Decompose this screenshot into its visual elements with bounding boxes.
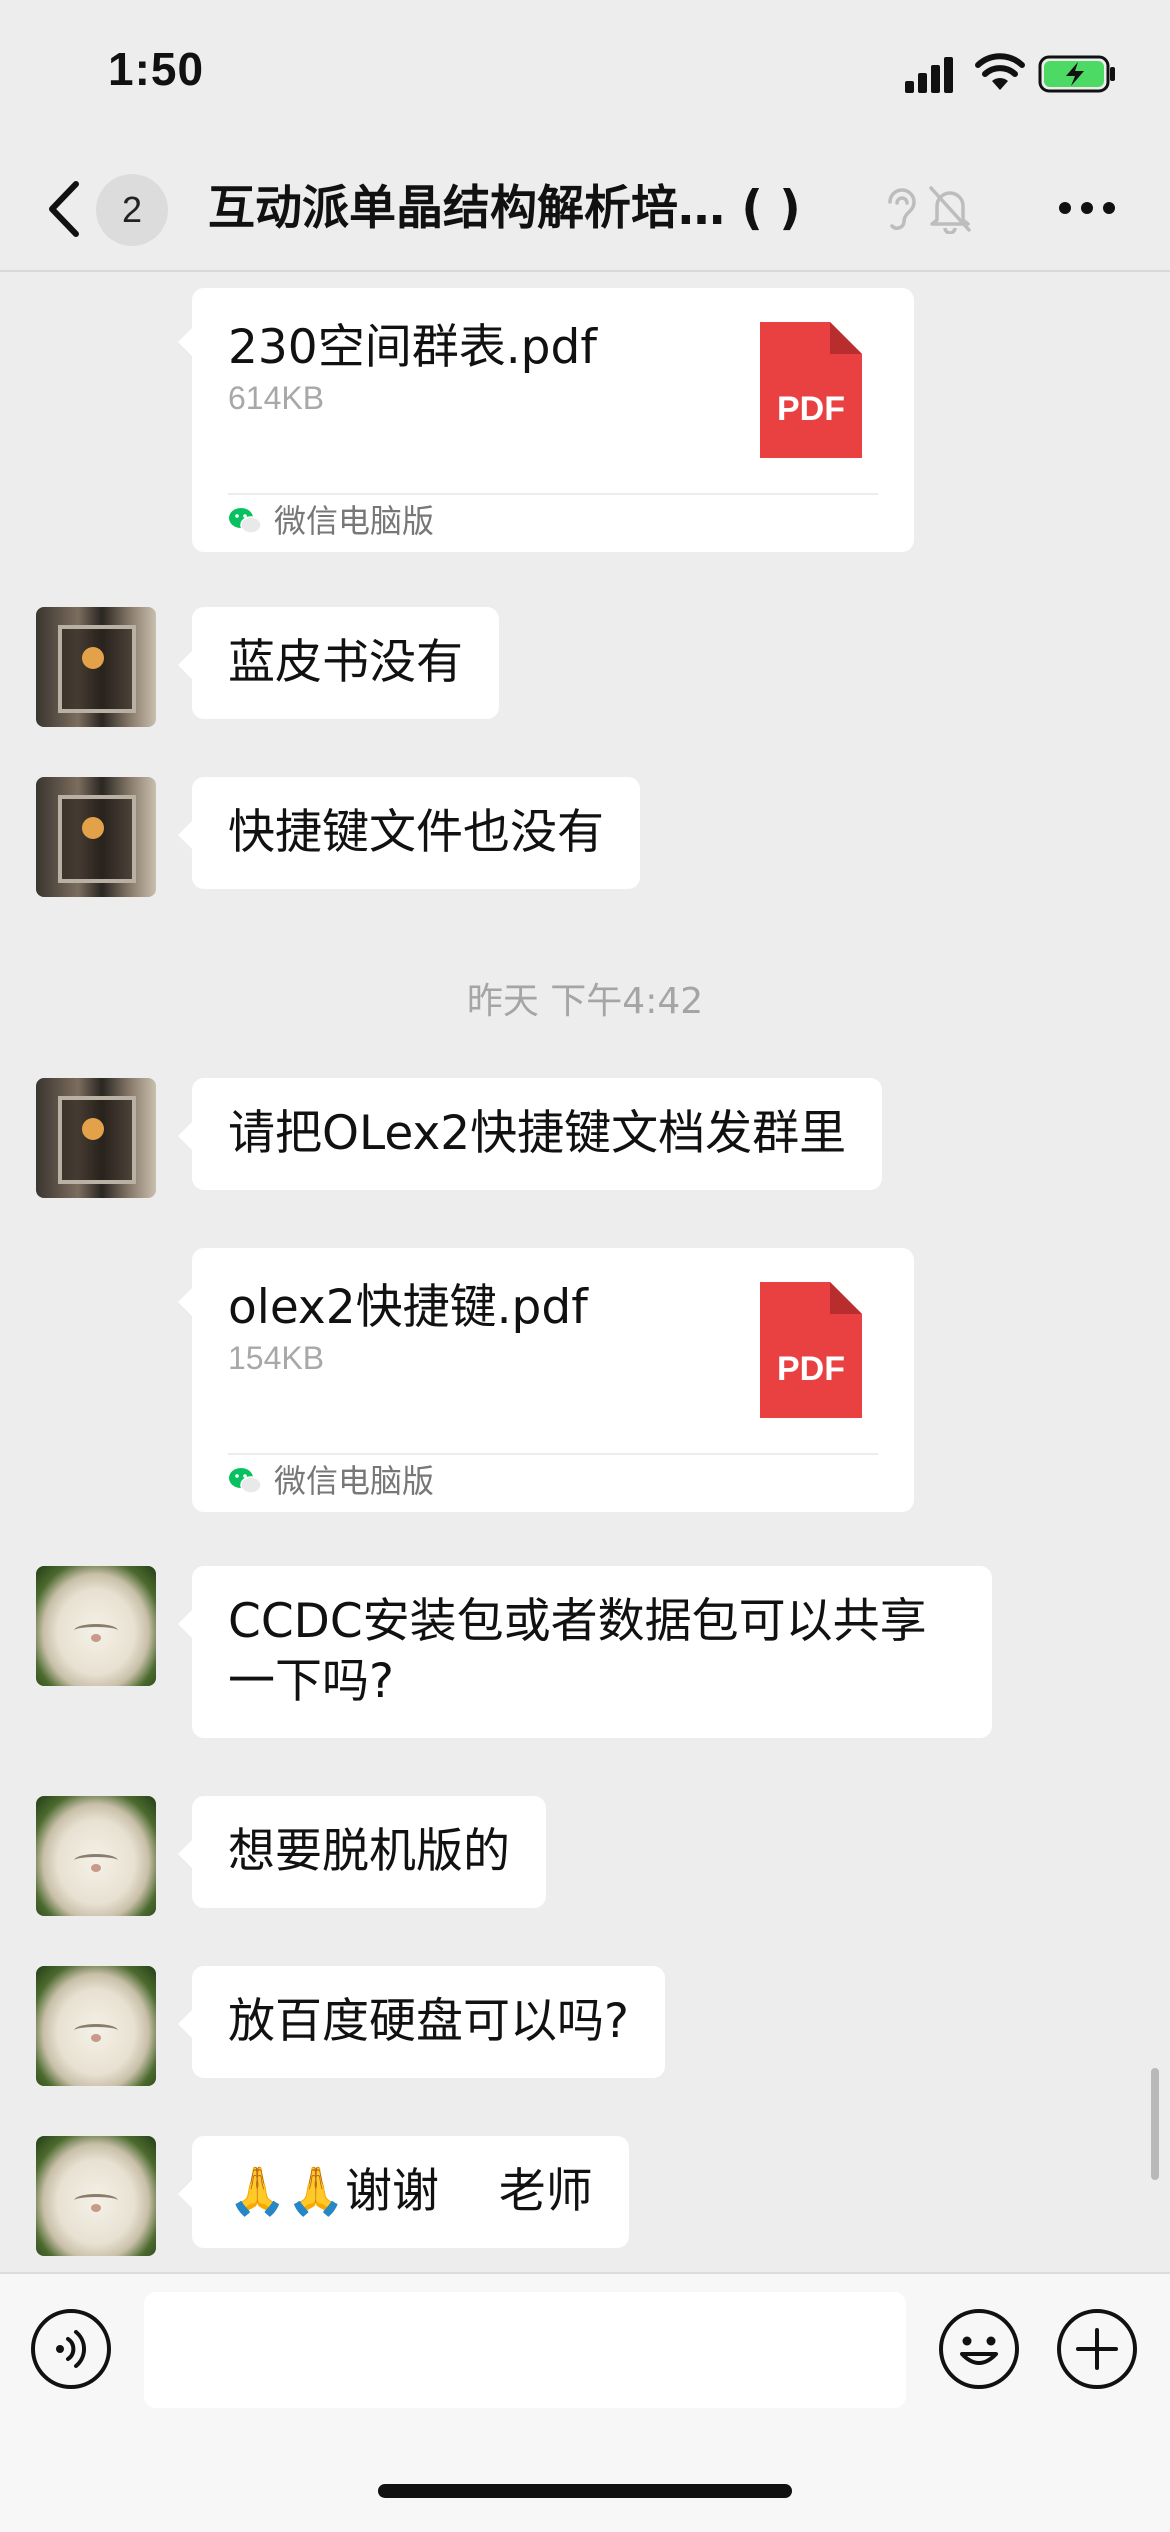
message-list[interactable]: 230空间群表.pdf 614KB PDF 微信电脑版 蓝皮书没有 快捷键文件也… <box>0 272 1170 2272</box>
status-bar: 1:50 <box>0 0 1170 150</box>
cat-avatar[interactable] <box>36 1966 156 2086</box>
message-bubble[interactable]: 蓝皮书没有 <box>178 607 499 719</box>
battery-charging-icon <box>1038 55 1115 93</box>
cellular-signal-icon <box>905 55 955 93</box>
file-card[interactable]: olex2快捷键.pdf 154KB PDF 微信电脑版 <box>178 1248 914 1512</box>
cat-avatar[interactable] <box>36 2136 156 2256</box>
file-size: 614KB <box>228 380 325 416</box>
room-photo-avatar[interactable] <box>36 777 156 897</box>
file-card[interactable]: 230空间群表.pdf 614KB PDF 微信电脑版 <box>178 288 914 552</box>
room-photo-avatar[interactable] <box>36 1078 156 1198</box>
mute-bell-icon <box>929 186 971 234</box>
message-bubble[interactable]: 🙏🙏谢谢 老师 <box>178 2136 629 2248</box>
wechat-logo-icon <box>229 1468 262 1494</box>
file-name: olex2快捷键.pdf <box>228 1280 588 1335</box>
chat-title[interactable]: 互动派单晶结构解析培… ( ) <box>208 176 868 242</box>
file-size: 154KB <box>228 1340 325 1376</box>
back-chevron-icon[interactable] <box>40 176 90 242</box>
pdf-label: PDF <box>777 1350 845 1388</box>
file-source-label: 微信电脑版 <box>274 1462 435 1500</box>
pdf-label: PDF <box>777 390 845 428</box>
cat-avatar[interactable] <box>36 1566 156 1686</box>
message-bubble[interactable]: 放百度硬盘可以吗? <box>178 1966 665 2078</box>
home-indicator[interactable] <box>378 2484 792 2498</box>
plus-icon[interactable] <box>1056 2308 1138 2390</box>
unread-count-badge[interactable]: 2 <box>96 174 168 246</box>
message-input[interactable] <box>144 2292 906 2408</box>
chat-header: 2 互动派单晶结构解析培… ( ) <box>0 150 1170 272</box>
message-bubble[interactable]: 快捷键文件也没有 <box>178 777 640 889</box>
more-options-icon[interactable] <box>1058 200 1116 216</box>
divider <box>228 1453 878 1455</box>
message-bubble[interactable]: CCDC安装包或者数据包可以共享 一下吗? <box>178 1566 992 1738</box>
scroll-indicator[interactable] <box>1151 2068 1159 2180</box>
wechat-logo-icon <box>229 508 262 534</box>
voice-input-icon[interactable] <box>30 2308 112 2390</box>
status-time: 1:50 <box>108 43 205 95</box>
message-bubble[interactable]: 请把OLex2快捷键文档发群里 <box>177 1078 883 1190</box>
wifi-icon <box>975 53 1025 90</box>
cat-avatar[interactable] <box>36 1796 156 1916</box>
room-photo-avatar[interactable] <box>36 607 156 727</box>
timestamp-divider: 昨天 下午4:42 <box>466 981 704 1022</box>
message-bubble[interactable]: 想要脱机版的 <box>178 1796 546 1908</box>
ear-icon <box>888 188 916 230</box>
divider <box>228 493 878 495</box>
emoji-icon[interactable] <box>938 2308 1020 2390</box>
file-source-label: 微信电脑版 <box>274 502 435 540</box>
file-name: 230空间群表.pdf <box>228 320 597 375</box>
